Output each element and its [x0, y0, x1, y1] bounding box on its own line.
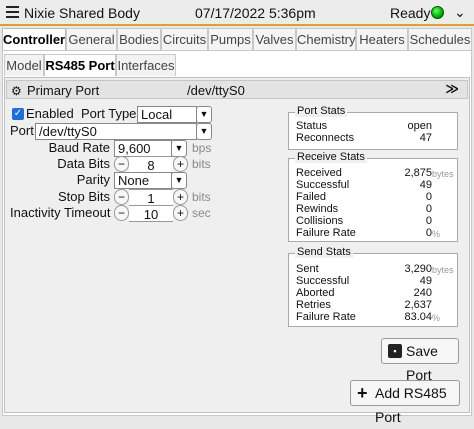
parity-dropdown-icon[interactable]: ▼	[171, 172, 187, 189]
add-rs485-port-label: Add RS485 Port	[375, 385, 447, 425]
stat-label: Sent	[296, 263, 319, 275]
tab-schedules[interactable]: Schedules	[408, 28, 472, 50]
send-stats-title: Send Stats	[295, 246, 353, 258]
stat-value: 49	[419, 275, 432, 287]
port-type-select[interactable]: Local	[137, 106, 197, 123]
stat-unit: %	[432, 229, 441, 239]
data-bits-label: Data Bits	[57, 156, 110, 171]
port-icon: ⚙	[11, 84, 22, 98]
stop-bits-decrement-button[interactable]: −	[114, 189, 129, 205]
main-tabs: Controller General Bodies Circuits Pumps…	[0, 28, 474, 52]
data-bits-increment-button[interactable]: +	[173, 156, 188, 172]
data-bits-decrement-button[interactable]: −	[114, 156, 129, 172]
inactivity-timeout-label: Inactivity Timeout	[10, 205, 111, 220]
section-title: Primary Port	[27, 83, 100, 98]
hamburger-menu-icon[interactable]	[6, 6, 19, 18]
stat-label: Reconnects	[296, 132, 355, 144]
stat-label: Status	[296, 120, 328, 132]
port-stats-title: Port Stats	[295, 105, 348, 117]
timeout-increment-button[interactable]: +	[173, 205, 188, 221]
parity-select[interactable]: None	[114, 172, 172, 189]
tab-chemistry[interactable]: Chemistry	[296, 28, 356, 50]
baud-rate-dropdown-icon[interactable]: ▼	[171, 140, 187, 157]
stat-value: 0	[425, 227, 432, 239]
stat-value: 240	[413, 287, 432, 299]
save-port-button[interactable]: ▪ Save Port	[381, 338, 459, 383]
stat-value: 3,290	[404, 263, 432, 275]
stop-bits-value[interactable]: 1	[129, 189, 173, 206]
stat-value: open	[407, 120, 432, 132]
chevron-down-icon[interactable]: ⌄	[454, 4, 466, 21]
tab-circuits[interactable]: Circuits	[161, 28, 208, 50]
stat-unit: bytes	[432, 169, 454, 179]
baud-rate-unit: bps	[192, 141, 212, 155]
stat-value: 47	[419, 132, 432, 144]
port-select[interactable]: /dev/ttyS0	[35, 123, 197, 140]
baud-rate-label: Baud Rate	[48, 140, 110, 155]
stat-label: Successful	[296, 179, 350, 191]
stat-label: Failure Rate	[296, 311, 356, 323]
stop-bits-increment-button[interactable]: +	[173, 189, 188, 205]
port-type-dropdown-icon[interactable]: ▼	[196, 106, 212, 123]
receive-stats-title: Receive Stats	[295, 151, 367, 163]
tab-general[interactable]: General	[66, 28, 117, 50]
data-bits-value[interactable]: 8	[129, 156, 173, 173]
data-bits-unit: bits	[192, 157, 211, 171]
stat-unit: bytes	[432, 265, 454, 275]
stat-label: Aborted	[296, 287, 335, 299]
enabled-label: Enabled	[26, 106, 74, 121]
stat-label: Failure Rate	[296, 227, 356, 239]
stat-value: 0	[425, 215, 432, 227]
enabled-checkbox[interactable]: ✓	[12, 108, 24, 120]
status-led-icon	[431, 6, 444, 19]
stat-value: 83.04	[404, 311, 432, 323]
add-rs485-port-button[interactable]: + Add RS485 Port	[350, 380, 460, 425]
stat-value: 49	[419, 179, 432, 191]
stat-label: Retries	[296, 299, 331, 311]
section-port-value: /dev/ttyS0	[187, 83, 245, 98]
subtab-interfaces[interactable]: Interfaces	[116, 54, 176, 76]
title-bar: Nixie Shared Body 07/17/2022 5:36pm Read…	[0, 0, 474, 26]
stat-label: Collisions	[296, 215, 344, 227]
status-text: Ready	[390, 5, 431, 21]
stat-value: 0	[425, 191, 432, 203]
subtab-rs485-port[interactable]: RS485 Port	[44, 54, 116, 76]
tab-pumps[interactable]: Pumps	[208, 28, 253, 50]
timeout-unit: sec	[192, 206, 211, 220]
tab-valves[interactable]: Valves	[253, 28, 296, 50]
port-dropdown-icon[interactable]: ▼	[196, 123, 212, 140]
stat-label: Failed	[296, 191, 326, 203]
stat-value: 2,637	[404, 299, 432, 311]
stat-label: Successful	[296, 275, 350, 287]
port-type-label: Port Type	[81, 106, 137, 121]
app-title: Nixie Shared Body	[24, 5, 140, 21]
primary-port-header[interactable]: ⚙ Primary Port /dev/ttyS0 ≫	[6, 80, 468, 99]
stat-label: Received	[296, 167, 342, 179]
port-label: Port	[10, 123, 34, 138]
subtab-model[interactable]: Model	[4, 54, 44, 76]
stat-value: 2,875	[404, 167, 432, 179]
plus-icon: +	[357, 383, 368, 403]
stat-unit: %	[432, 313, 441, 323]
timeout-decrement-button[interactable]: −	[114, 205, 129, 221]
stat-value: 0	[425, 203, 432, 215]
tab-bodies[interactable]: Bodies	[117, 28, 161, 50]
parity-label: Parity	[76, 172, 110, 187]
stop-bits-unit: bits	[192, 190, 211, 204]
tab-controller[interactable]: Controller	[2, 28, 66, 52]
tab-heaters[interactable]: Heaters	[356, 28, 408, 50]
baud-rate-select[interactable]: 9,600	[114, 140, 172, 157]
datetime: 07/17/2022 5:36pm	[195, 5, 316, 21]
stop-bits-label: Stop Bits	[57, 189, 110, 204]
timeout-value[interactable]: 10	[129, 205, 173, 222]
collapse-icon[interactable]: ≫	[445, 81, 459, 97]
save-icon: ▪	[388, 344, 402, 358]
stat-label: Rewinds	[296, 203, 339, 215]
